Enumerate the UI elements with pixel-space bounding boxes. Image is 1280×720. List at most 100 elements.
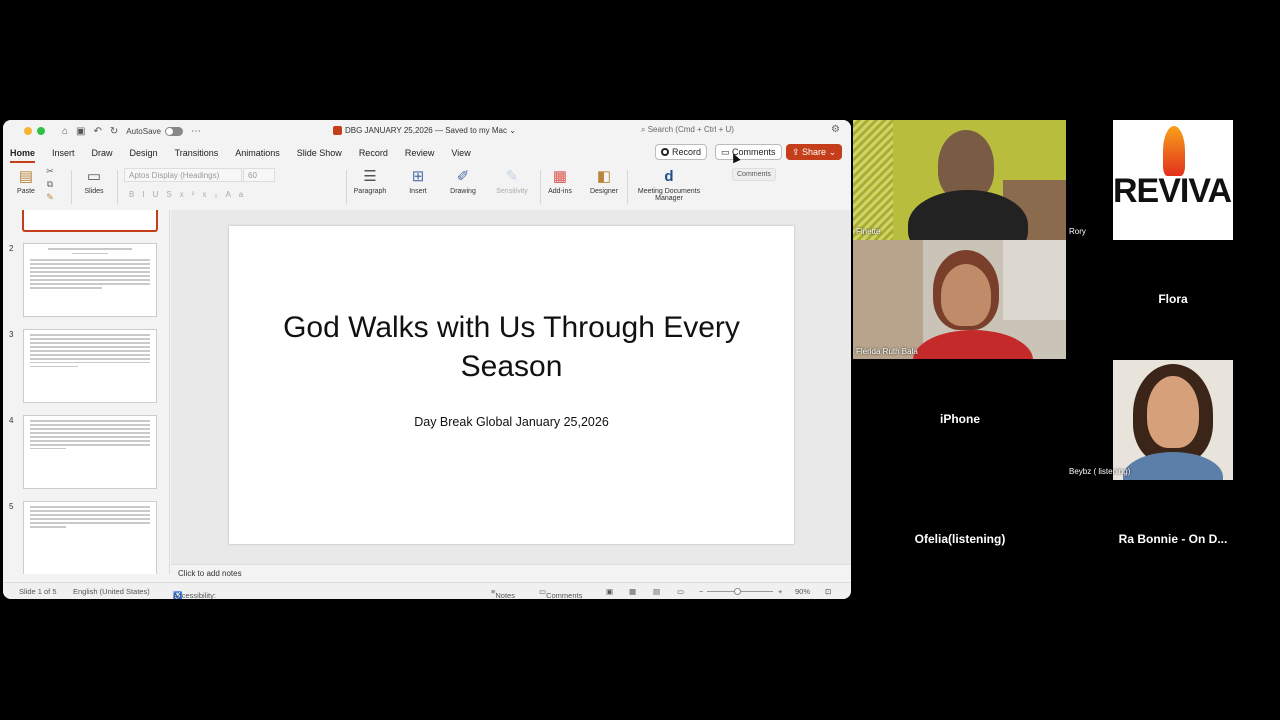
- tab-home[interactable]: Home: [10, 142, 36, 164]
- slide-subtitle[interactable]: Day Break Global January 25,2026: [229, 415, 794, 429]
- comments-toggle[interactable]: ▭ Comments: [539, 587, 582, 599]
- thumb-text-line: [30, 521, 150, 524]
- thumb-text-line: [30, 259, 150, 261]
- thumb-text-line: [30, 334, 150, 336]
- slide-title[interactable]: God Walks with Us Through Every Season: [229, 308, 794, 386]
- language-status[interactable]: English (United States): [73, 587, 150, 596]
- font-name-select[interactable]: Aptos Display (Headings): [124, 168, 242, 182]
- background-object: [853, 240, 923, 359]
- more-icon[interactable]: ⋯: [191, 126, 201, 137]
- participant-tile-flerida[interactable]: Flerida Ruth Bala: [853, 240, 1066, 359]
- paste-button[interactable]: ▤ Paste: [11, 166, 41, 195]
- participant-tile-finette[interactable]: Finette: [853, 120, 1066, 240]
- title-bar: ⌂ ▣ ↶ ↻ AutoSave ⋯ DBG JANUARY 25,2026 —…: [3, 120, 851, 142]
- paragraph-button[interactable]: ☰ Paragraph: [351, 166, 389, 195]
- sensitivity-label: Sensitivity: [496, 188, 528, 195]
- zoom-level[interactable]: 90%: [795, 587, 810, 596]
- document-title-text: DBG JANUARY 25,2026 — Saved to my Mac ⌄: [345, 126, 516, 135]
- slide-canvas: God Walks with Us Through Every Season D…: [171, 210, 851, 564]
- participant-name-ra-bonnie[interactable]: Ra Bonnie - On D...: [1066, 532, 1280, 546]
- redo-icon[interactable]: ↻: [110, 126, 118, 137]
- autosave-label: AutoSave: [126, 126, 161, 136]
- slides-label: Slides: [84, 188, 104, 195]
- participant-name-iphone[interactable]: iPhone: [853, 412, 1067, 426]
- font-size-select[interactable]: 60: [243, 168, 275, 182]
- addins-grid-icon: ▦: [552, 168, 568, 185]
- cut-icon[interactable]: ✂: [43, 166, 57, 177]
- tab-view[interactable]: View: [451, 142, 470, 164]
- thumb-text-line: [30, 345, 150, 348]
- paragraph-label: Paragraph: [353, 188, 387, 195]
- slideshow-view-icon[interactable]: ▭: [677, 587, 684, 596]
- slide-thumbnail-3[interactable]: [23, 329, 157, 403]
- tab-animations[interactable]: Animations: [235, 142, 280, 164]
- thumbnail-number: 4: [9, 416, 14, 425]
- autosave-toggle[interactable]: [164, 126, 183, 136]
- revival-logo: REVIVAL: [1113, 172, 1233, 210]
- participant-name: Finette: [856, 227, 881, 236]
- document-title[interactable]: DBG JANUARY 25,2026 — Saved to my Mac ⌄: [333, 126, 516, 136]
- save-icon[interactable]: ▣: [76, 126, 85, 137]
- share-button[interactable]: ⇪ Share ⌄: [786, 144, 843, 160]
- meeting-documents-button[interactable]: d Meeting Documents Manager: [631, 166, 707, 202]
- tab-insert[interactable]: Insert: [52, 142, 75, 164]
- slide-thumbnail-4[interactable]: [23, 415, 157, 489]
- thumb-text-line: [30, 283, 150, 285]
- fit-to-window-icon[interactable]: ⊡: [825, 587, 831, 596]
- tab-record[interactable]: Record: [359, 142, 388, 164]
- comments-button[interactable]: ▭ Comments: [715, 144, 782, 160]
- slide-thumbnail-pane: 2 3 4 5: [3, 210, 170, 574]
- settings-icon[interactable]: ⚙: [831, 124, 840, 135]
- tab-review[interactable]: Review: [405, 142, 435, 164]
- reading-view-icon[interactable]: ▤: [653, 587, 660, 596]
- close-window-button[interactable]: [11, 127, 19, 135]
- addins-button[interactable]: ▦ Add-ins: [544, 166, 576, 195]
- notes-field[interactable]: Click to add notes: [171, 564, 851, 582]
- sensitivity-button: ✎ Sensitivity: [492, 166, 532, 195]
- divider: [117, 170, 118, 204]
- copy-icon[interactable]: ⧉: [43, 179, 57, 190]
- designer-button[interactable]: ◧ Designer: [586, 166, 622, 195]
- slide-thumbnail-1[interactable]: [22, 210, 158, 232]
- thumb-text-line: [30, 427, 150, 430]
- tab-transitions[interactable]: Transitions: [175, 142, 219, 164]
- normal-view-icon[interactable]: ▣: [606, 587, 613, 596]
- insert-button[interactable]: ⊞ Insert: [401, 166, 435, 195]
- maximize-window-button[interactable]: [37, 127, 45, 135]
- zoom-in-icon[interactable]: +: [778, 587, 782, 596]
- undo-icon[interactable]: ↶: [94, 126, 102, 137]
- participant-face: [941, 264, 991, 326]
- participant-name-ofelia[interactable]: Ofelia(listening): [853, 532, 1067, 546]
- tab-slide-show[interactable]: Slide Show: [297, 142, 342, 164]
- zoom-slider-handle[interactable]: [734, 588, 741, 595]
- thumb-text-line: [30, 443, 150, 446]
- notes-toggle[interactable]: ≡ Notes: [491, 587, 515, 599]
- screen: ⌂ ▣ ↶ ↻ AutoSave ⋯ DBG JANUARY 25,2026 —…: [0, 0, 1280, 720]
- participant-face: [1147, 376, 1199, 448]
- participant-tile-beybz[interactable]: [1113, 360, 1233, 480]
- participant-name-beybz: Beybz ( listening): [1069, 467, 1131, 476]
- thumb-text-line: [30, 349, 150, 352]
- current-slide[interactable]: God Walks with Us Through Every Season D…: [229, 226, 794, 544]
- slide-thumbnail-2[interactable]: [23, 243, 157, 317]
- participant-name-flora[interactable]: Flora: [1066, 292, 1280, 306]
- zoom-out-icon[interactable]: −: [699, 587, 703, 596]
- tab-draw[interactable]: Draw: [92, 142, 113, 164]
- search-field[interactable]: ⌕ Search (Cmd + Ctrl + U): [641, 125, 734, 135]
- home-icon[interactable]: ⌂: [62, 126, 68, 137]
- comments-toggle-label: Comments: [546, 591, 583, 599]
- slides-button[interactable]: ▭ Slides: [79, 166, 109, 195]
- drawing-button[interactable]: ✐ Drawing: [446, 166, 480, 195]
- record-button[interactable]: Record: [655, 144, 708, 160]
- minimize-window-button[interactable]: [24, 127, 32, 135]
- text-format-icons[interactable]: BIUSx²x₂Aa: [129, 190, 251, 199]
- thumb-text-line: [30, 509, 150, 512]
- format-painter-icon[interactable]: ✎: [43, 192, 57, 203]
- slide-sorter-icon[interactable]: ▦: [629, 587, 636, 596]
- participant-body: [913, 330, 1033, 359]
- participant-tile-rory[interactable]: REVIVAL: [1113, 120, 1233, 240]
- background-pattern: [853, 120, 893, 240]
- tab-design[interactable]: Design: [130, 142, 158, 164]
- thumbnail-number: 3: [9, 330, 14, 339]
- slide-thumbnail-5[interactable]: [23, 501, 157, 574]
